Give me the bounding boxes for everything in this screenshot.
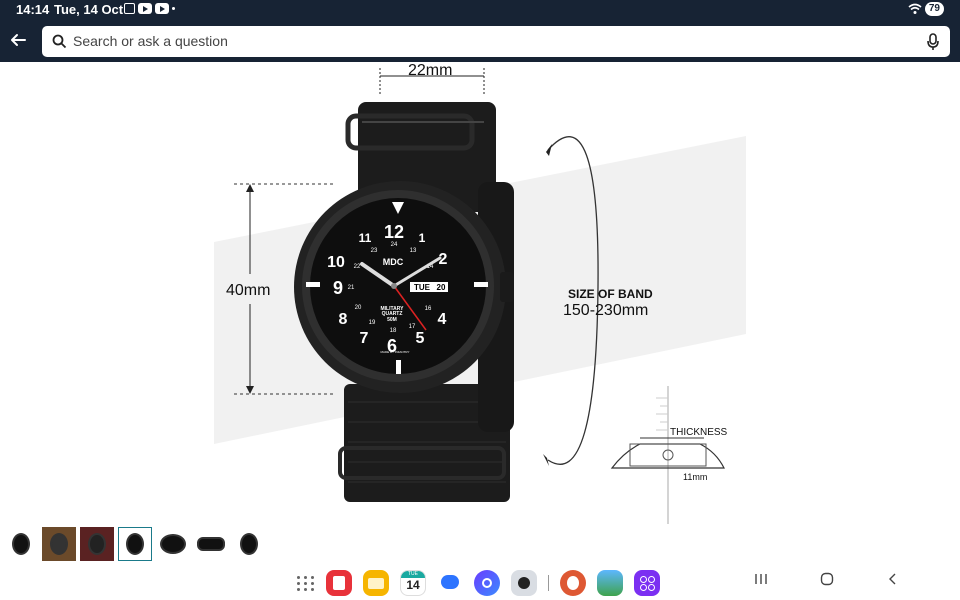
app-dock: TUE 14 — [293, 570, 660, 596]
dial-text: 50M — [387, 317, 397, 323]
home-icon[interactable] — [820, 572, 834, 591]
search-header: Search or ask a question — [0, 20, 960, 62]
youtube-icon — [138, 3, 152, 14]
thickness-value: 11mm — [683, 472, 708, 482]
back-arrow-icon[interactable] — [8, 30, 28, 50]
youtube-icon — [155, 3, 169, 14]
watch-thumbnail-image — [12, 533, 30, 555]
calendar-day: 14 — [406, 578, 420, 592]
camera-app-icon[interactable] — [511, 570, 537, 596]
recent-apps-icon[interactable] — [754, 572, 768, 591]
svg-text:12: 12 — [384, 222, 404, 242]
notification-icons — [124, 3, 175, 14]
photos-app-icon[interactable] — [597, 570, 623, 596]
band-size-title: SIZE OF BAND — [568, 287, 653, 301]
image-thumbnails — [4, 527, 266, 563]
svg-text:5: 5 — [416, 330, 425, 347]
back-nav-icon[interactable] — [886, 572, 900, 591]
thumbnail[interactable] — [156, 527, 190, 561]
svg-text:16: 16 — [425, 306, 432, 312]
strap-width-label: 22mm — [408, 62, 453, 79]
thumbnail[interactable] — [232, 527, 266, 561]
taskbar: TUE 14 — [0, 565, 960, 600]
product-image: 12 10 2 9 8 4 7 5 6 1 11 2423 13 22 1421 2… — [214, 68, 746, 524]
svg-text:11: 11 — [359, 231, 372, 245]
svg-text:4: 4 — [438, 311, 447, 328]
wifi-icon — [908, 3, 922, 14]
svg-text:7: 7 — [360, 330, 369, 347]
status-date: Tue, 14 Oct — [54, 2, 124, 17]
svg-text:22: 22 — [354, 264, 361, 270]
more-notifications-icon — [172, 7, 175, 10]
watch-thumbnail-image — [160, 534, 186, 554]
thumbnail[interactable] — [80, 527, 114, 561]
product-image-viewer[interactable]: 12 10 2 9 8 4 7 5 6 1 11 24 23 13 22 14 21 2… — [0, 62, 960, 524]
svg-text:18: 18 — [390, 328, 397, 334]
svg-text:21: 21 — [348, 285, 355, 291]
watch-thumbnail-image — [88, 533, 106, 555]
apps-folder-icon[interactable] — [634, 570, 660, 596]
watch-thumbnail-image — [126, 533, 144, 555]
thumbnail[interactable] — [42, 527, 76, 561]
svg-text:8: 8 — [339, 311, 348, 328]
search-icon — [52, 34, 67, 49]
svg-text:10: 10 — [327, 254, 345, 271]
dial-day: TUE — [414, 283, 431, 292]
dial-brand: MDC — [383, 257, 404, 267]
navigation-bar — [754, 572, 900, 591]
svg-text:17: 17 — [409, 324, 416, 330]
band-size-value: 150-230mm — [563, 302, 649, 319]
svg-text:20: 20 — [355, 305, 362, 311]
browser-app-icon[interactable] — [474, 570, 500, 596]
svg-text:24: 24 — [391, 242, 398, 248]
screenshot-icon — [124, 3, 135, 14]
thumbnail[interactable] — [194, 527, 228, 561]
svg-text:19: 19 — [369, 320, 376, 326]
watch-thumbnail-image — [240, 533, 258, 555]
search-input[interactable]: Search or ask a question — [73, 33, 228, 49]
svg-text:1: 1 — [419, 231, 426, 245]
thumbnail-selected[interactable] — [118, 527, 152, 561]
messages-app-icon[interactable] — [437, 570, 463, 596]
files-app-icon[interactable] — [363, 570, 389, 596]
clock: 14:14 — [16, 2, 50, 17]
svg-text:13: 13 — [410, 248, 417, 254]
svg-text:23: 23 — [371, 248, 378, 254]
dial-text: MADE BY INFANTRY — [380, 350, 409, 354]
watch-thumbnail-image — [50, 533, 68, 555]
dial-date: 20 — [437, 283, 446, 292]
search-bar[interactable]: Search or ask a question — [42, 26, 950, 57]
battery-indicator: 79 — [924, 2, 944, 16]
dock-divider — [548, 575, 549, 591]
watch-thumbnail-image — [197, 537, 225, 551]
calendar-app-icon[interactable]: TUE 14 — [400, 570, 426, 596]
case-size-label: 40mm — [226, 282, 271, 299]
app-drawer-icon[interactable] — [293, 572, 315, 594]
calendar-weekday: TUE — [401, 571, 425, 578]
microphone-icon[interactable] — [926, 33, 940, 51]
svg-text:9: 9 — [333, 278, 343, 298]
duckduckgo-app-icon[interactable] — [560, 570, 586, 596]
thickness-label: THICKNESS — [670, 427, 728, 438]
status-bar: 14:14 Tue, 14 Oct 79 — [0, 0, 960, 20]
thumbnail[interactable] — [4, 527, 38, 561]
notes-app-icon[interactable] — [326, 570, 352, 596]
